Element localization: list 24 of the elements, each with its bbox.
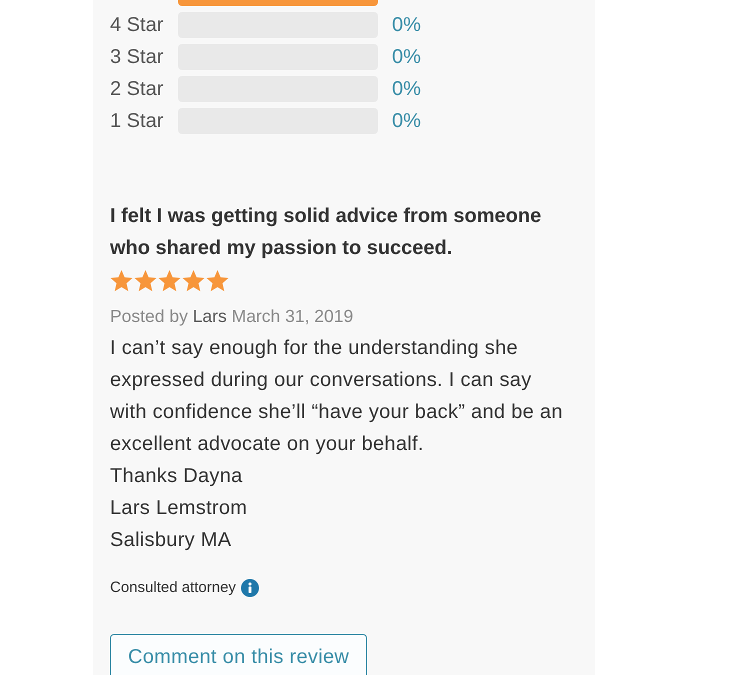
posted-by-label: Posted by	[110, 306, 188, 326]
review-date: March 31, 2019	[232, 306, 354, 326]
signature-line: Lars Lemstrom	[110, 496, 248, 521]
rating-percent: 0%	[392, 77, 422, 102]
rating-label: 3 Star	[110, 45, 164, 70]
review-body: I can’t say enough for the understanding she expressed during our conversations. I can say with confidence she’ll “have your back” and be an excellent advocate on your behalf.	[110, 336, 564, 457]
rating-label: 4 Star	[110, 13, 164, 38]
star-icon	[182, 270, 205, 292]
review-title: I felt I was getting solid advice from someone who shared my passion to succeed.	[110, 204, 542, 261]
signature-line: Salisbury MA	[110, 528, 232, 553]
rating-percent: 0%	[392, 45, 422, 70]
star-icon	[110, 270, 133, 292]
rating-percent: 0%	[392, 109, 422, 134]
star-icon	[158, 270, 181, 292]
consulted-label: Consulted attorney	[110, 578, 236, 598]
comment-button[interactable]: Comment on this review	[110, 634, 368, 675]
star-icon	[134, 270, 157, 292]
author-name: Lars	[192, 306, 227, 326]
rating-label: 1 Star	[110, 109, 164, 134]
rating-label: 2 Star	[110, 77, 164, 102]
star-icon	[206, 270, 229, 292]
info-icon[interactable]	[240, 579, 259, 597]
signature-line: Thanks Dayna	[110, 464, 243, 489]
rating-percent: 0%	[392, 13, 422, 38]
